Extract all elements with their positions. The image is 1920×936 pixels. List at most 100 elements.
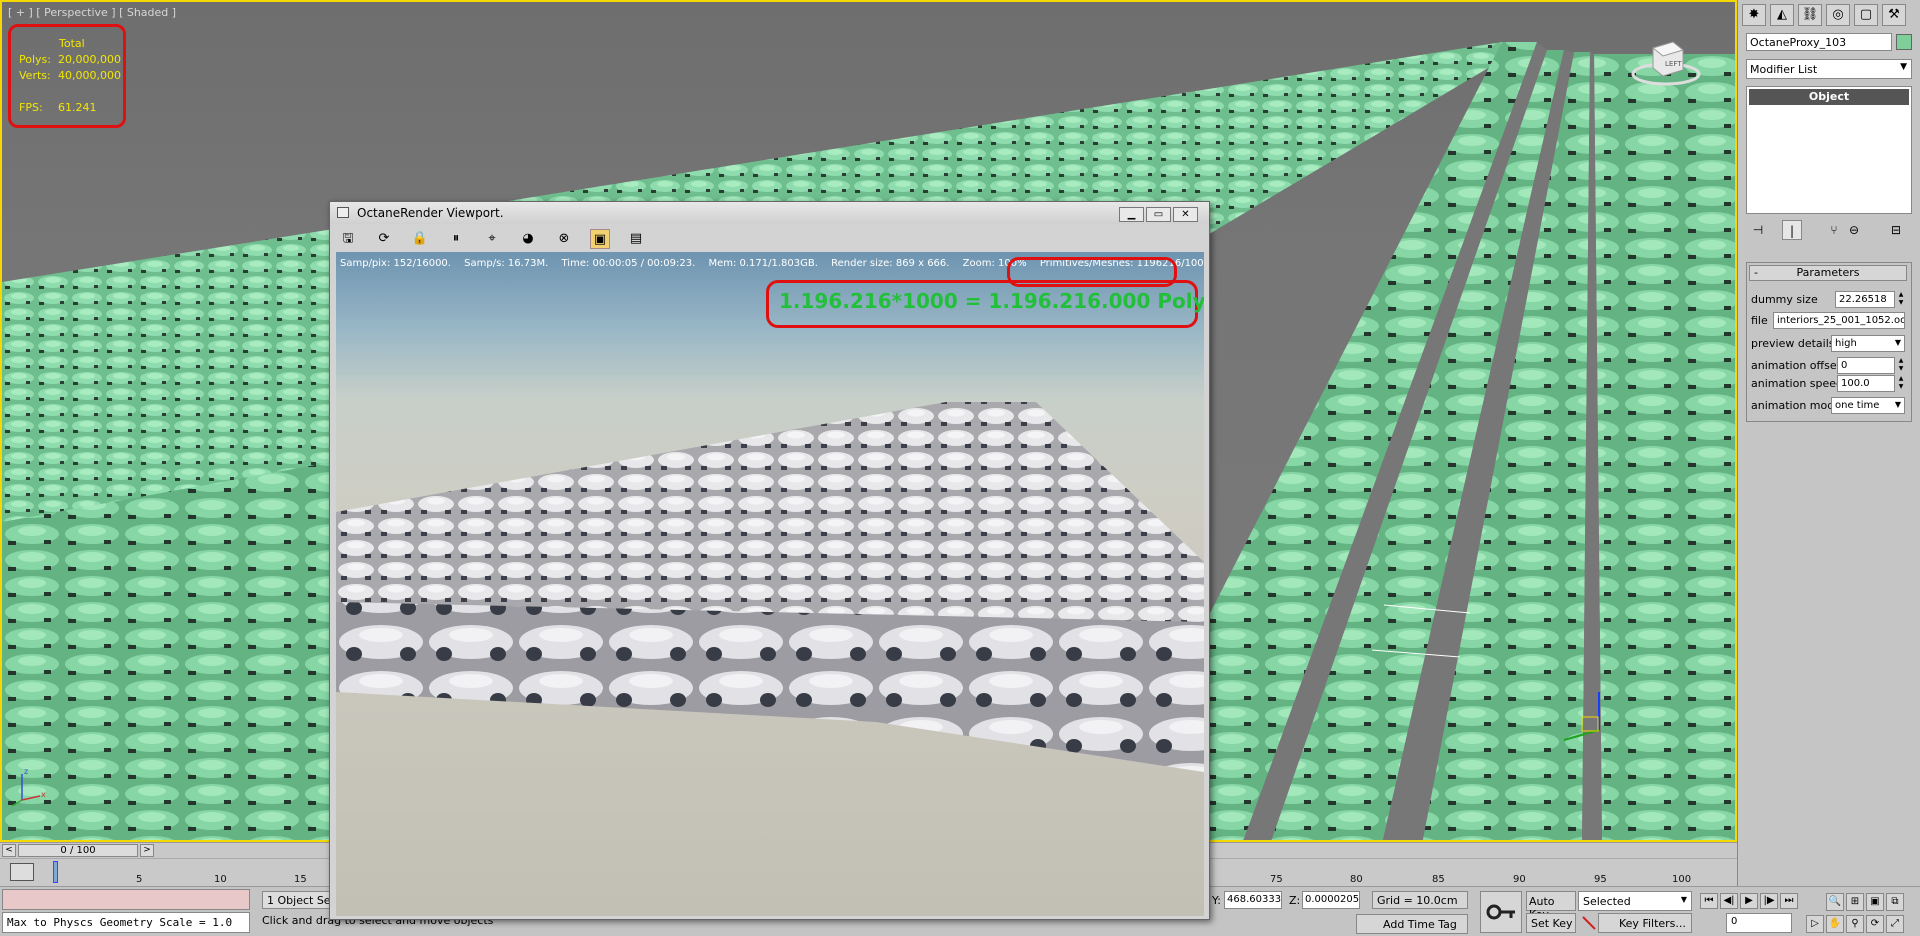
time-slider-next-button[interactable]: >: [140, 844, 154, 857]
zoom-extents-icon[interactable]: ▣: [1866, 893, 1884, 911]
current-frame-field[interactable]: 0: [1726, 913, 1792, 933]
save-image-icon[interactable]: 🖫: [338, 229, 358, 249]
auto-key-button[interactable]: Auto Key: [1526, 891, 1576, 921]
rendered-car-field: [336, 402, 1204, 772]
preview-details-dropdown[interactable]: high ▼: [1831, 335, 1905, 352]
configure-modifier-sets-icon[interactable]: ⊟: [1886, 220, 1906, 240]
key-selection-dropdown[interactable]: Selected ▼: [1578, 891, 1692, 911]
object-name-field[interactable]: OctaneProxy_103: [1746, 33, 1892, 51]
command-panel: ✸ ◭ ⛓ ◎ ▢ ⚒ OctaneProxy_103 Modifier Lis…: [1737, 0, 1920, 886]
mem-stat: Mem: 0.171/1.803GB.: [708, 258, 818, 269]
set-key-button[interactable]: Set Key: [1526, 913, 1576, 933]
goto-start-icon[interactable]: ⏮: [1700, 893, 1718, 909]
modify-tab-icon[interactable]: ◭: [1770, 4, 1794, 26]
car-row-4: [1594, 54, 1735, 840]
dummy-size-spinner[interactable]: ▲ ▼: [1897, 291, 1905, 308]
animation-offset-field[interactable]: 0: [1837, 357, 1895, 374]
polys-annotation-box: 1.196.216*1000 = 1.196.216.000 Polys: [766, 280, 1204, 328]
add-time-tag-button[interactable]: Add Time Tag: [1356, 914, 1468, 934]
axis-tripod-icon: z x: [11, 767, 46, 807]
animation-mode-label: animation mode: [1751, 399, 1841, 412]
svg-text:z: z: [24, 767, 28, 776]
utilities-tab-icon[interactable]: ⚒: [1882, 4, 1906, 26]
coord-z-label: Z:: [1289, 894, 1301, 907]
zoom-extents-all-icon[interactable]: ⧉: [1886, 893, 1904, 911]
coord-y-field[interactable]: 468.60333: [1224, 891, 1282, 909]
remove-modifier-icon[interactable]: ⊖: [1844, 220, 1864, 240]
animation-offset-spinner[interactable]: ▲ ▼: [1897, 357, 1905, 374]
maxscript-listener-input[interactable]: [2, 889, 250, 910]
trackbar-tick: 10: [214, 874, 227, 885]
next-frame-icon[interactable]: |▶: [1760, 893, 1778, 909]
set-keys-key-icon[interactable]: [1480, 891, 1522, 933]
show-end-result-icon[interactable]: |: [1782, 220, 1802, 240]
close-button[interactable]: ✕: [1173, 207, 1198, 222]
animation-speed-field[interactable]: 100.0: [1837, 375, 1895, 392]
hierarchy-tab-icon[interactable]: ⛓: [1798, 4, 1822, 26]
trackbar-tick: 100: [1672, 874, 1692, 885]
stats-fps-label: FPS:: [19, 101, 43, 114]
modifier-stack[interactable]: Object: [1746, 86, 1912, 214]
pause-render-icon[interactable]: ⏸: [446, 229, 466, 249]
time-slider-prev-button[interactable]: <: [2, 844, 16, 857]
time-slider-thumb[interactable]: 0 / 100: [18, 844, 138, 857]
pick-material-icon[interactable]: ⊗: [554, 229, 574, 249]
prev-frame-icon[interactable]: ◀|: [1720, 893, 1738, 909]
preview-details-value: high: [1835, 338, 1857, 349]
trackbar-tick: 85: [1432, 874, 1445, 885]
pick-white-balance-icon[interactable]: ◕: [518, 229, 538, 249]
trackbar-current-frame[interactable]: [53, 861, 58, 883]
window-app-icon: [337, 207, 349, 218]
file-field[interactable]: interiors_25_001_1052.oc: [1773, 312, 1905, 329]
pan-icon[interactable]: ✋: [1826, 915, 1844, 933]
viewport-label[interactable]: [ + ] [ Perspective ] [ Shaded ]: [8, 6, 176, 19]
zoom-all-icon[interactable]: ⊞: [1846, 893, 1864, 911]
stack-toolbar: ⊣ | ⑂ ⊖ ⊟: [1746, 220, 1912, 242]
make-unique-icon[interactable]: ⑂: [1824, 220, 1844, 240]
display-tab-icon[interactable]: ▢: [1854, 4, 1878, 26]
octane-titlebar[interactable]: OctaneRender Viewport. ▁ ▭ ✕: [330, 202, 1209, 224]
octane-render-window[interactable]: OctaneRender Viewport. ▁ ▭ ✕ 🖫 ⟳ 🔒 ⏸ ⌖ ◕…: [329, 201, 1210, 920]
animation-mode-dropdown[interactable]: one time ▼: [1831, 397, 1905, 414]
key-filters-button[interactable]: Key Filters...: [1598, 913, 1692, 933]
maximize-button[interactable]: ▭: [1146, 207, 1171, 222]
restart-render-icon[interactable]: ⟳: [374, 229, 394, 249]
coord-z-field[interactable]: 0.0000205: [1302, 891, 1360, 909]
maxscript-listener-output[interactable]: Max to Physcs Geometry Scale = 1.0: [2, 912, 250, 933]
create-tab-icon[interactable]: ✸: [1742, 4, 1766, 26]
parameters-rollout: - Parameters dummy size 22.26518 ▲ ▼ file…: [1746, 262, 1912, 422]
lock-viewport-icon[interactable]: 🔒: [410, 229, 430, 249]
polys-annotation-text: 1.196.216*1000 = 1.196.216.000 Polys: [779, 289, 1204, 313]
svg-text:x: x: [41, 790, 46, 799]
pin-stack-icon[interactable]: ⊣: [1748, 220, 1768, 240]
parameters-rollout-title[interactable]: - Parameters: [1749, 265, 1907, 281]
play-icon[interactable]: ▶: [1740, 893, 1758, 909]
viewcube[interactable]: LEFT: [1631, 36, 1701, 88]
trackbar-tick: 90: [1513, 874, 1526, 885]
goto-end-icon[interactable]: ⏭: [1780, 893, 1798, 909]
zoom-icon[interactable]: 🔍: [1826, 893, 1844, 911]
trackbar-tick: 15: [294, 874, 307, 885]
stack-item-object[interactable]: Object: [1749, 89, 1909, 105]
key-mode-icon[interactable]: [1582, 915, 1596, 931]
minimize-button[interactable]: ▁: [1119, 207, 1144, 222]
samp-s-stat: Samp/s: 16.73M.: [464, 258, 549, 269]
stats-fps-value: 61.241: [58, 101, 97, 114]
animation-speed-spinner[interactable]: ▲ ▼: [1897, 375, 1905, 392]
stats-verts-value: 40,000,000: [58, 69, 121, 82]
motion-tab-icon[interactable]: ◎: [1826, 4, 1850, 26]
pick-focus-icon[interactable]: ⌖: [482, 229, 502, 249]
maximize-viewport-icon[interactable]: ⤢: [1886, 915, 1904, 933]
octane-render-image[interactable]: Samp/pix: 152/16000. Samp/s: 16.73M. Tim…: [336, 252, 1204, 916]
object-color-swatch[interactable]: [1896, 34, 1912, 50]
render-region-icon[interactable]: ▣: [590, 229, 610, 249]
walk-through-icon[interactable]: ⚲: [1846, 915, 1864, 933]
rendered-car-rows-back: [336, 402, 1204, 632]
modifier-list-dropdown[interactable]: Modifier List ▼: [1746, 59, 1912, 79]
stats-polys-label: Polys:: [19, 53, 51, 66]
orbit-icon[interactable]: ⟳: [1866, 915, 1884, 933]
curve-editor-icon[interactable]: [10, 863, 34, 881]
dummy-size-field[interactable]: 22.26518: [1835, 291, 1895, 308]
fov-icon[interactable]: ▷: [1806, 915, 1824, 933]
clay-mode-icon[interactable]: ▤: [626, 229, 646, 249]
